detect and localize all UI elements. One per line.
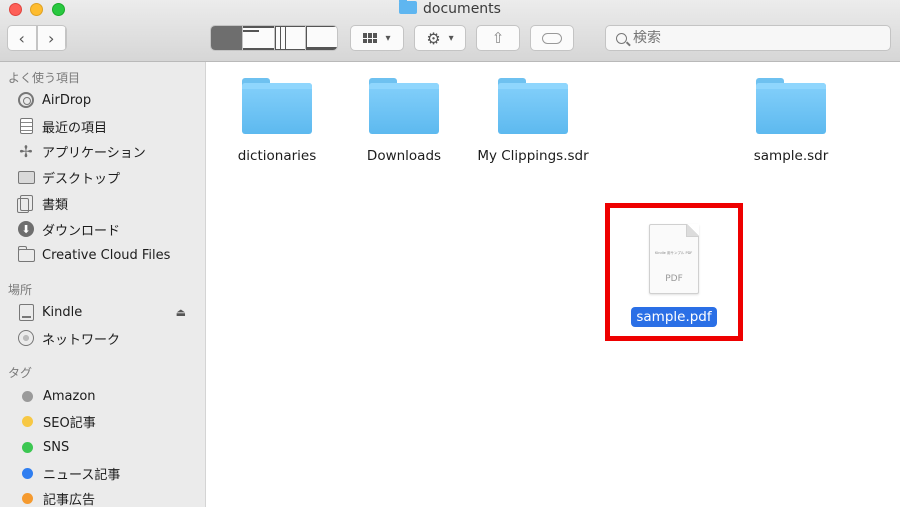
columns-icon xyxy=(274,26,306,50)
network-icon xyxy=(18,330,34,346)
window-title: documents xyxy=(0,0,900,17)
icon-grid-icon xyxy=(211,26,242,50)
sidebar-item-documents[interactable]: 書類 xyxy=(16,191,202,215)
folder-icon xyxy=(242,78,312,134)
tag-dot-icon xyxy=(22,441,33,453)
navigation-buttons: ‹ › xyxy=(7,25,67,51)
share-button[interactable]: ⇧ xyxy=(476,25,520,51)
eject-icon[interactable]: ⏏ xyxy=(176,306,186,319)
sidebar-tag-sns[interactable]: SNS xyxy=(17,435,202,459)
back-button[interactable]: ‹ xyxy=(8,26,38,50)
sidebar-item-downloads[interactable]: ⬇ ダウンロード xyxy=(17,217,202,241)
tag-dot-icon xyxy=(22,390,33,402)
documents-icon xyxy=(16,195,33,213)
share-icon: ⇧ xyxy=(491,29,505,47)
sidebar-tag-seo[interactable]: SEO記事 xyxy=(17,409,202,433)
sidebar-tag-news[interactable]: ニュース記事 xyxy=(17,461,202,485)
applications-icon: ✢ xyxy=(19,141,33,161)
search-input[interactable] xyxy=(633,30,873,46)
view-mode-segmented-control xyxy=(210,25,338,51)
sidebar-item-airdrop[interactable]: AirDrop xyxy=(17,88,202,112)
action-menu-button[interactable]: ⚙ ▾ xyxy=(414,25,466,51)
folder-icon xyxy=(369,78,439,134)
chevron-right-icon: › xyxy=(38,26,66,50)
sidebar-header-tags: タグ xyxy=(8,366,33,380)
forward-button[interactable]: › xyxy=(38,26,66,50)
file-item-downloads[interactable]: Downloads xyxy=(339,78,469,164)
list-view-button[interactable] xyxy=(242,26,275,50)
chevron-down-icon: ▾ xyxy=(448,32,454,44)
search-field[interactable] xyxy=(605,25,891,51)
sidebar-header-locations: 場所 xyxy=(8,283,33,297)
sidebar-item-desktop[interactable]: デスクトップ xyxy=(17,165,202,189)
folder-icon xyxy=(498,78,568,134)
recents-icon xyxy=(19,118,33,134)
chevron-left-icon: ‹ xyxy=(8,26,37,50)
sidebar-item-creative-cloud-files[interactable]: Creative Cloud Files xyxy=(17,243,202,267)
sidebar-tag-amazon[interactable]: Amazon xyxy=(17,384,202,408)
sidebar-item-network[interactable]: ネットワーク xyxy=(17,326,202,350)
tag-icon xyxy=(542,32,562,44)
folder-icon xyxy=(399,0,418,14)
sidebar: よく使う項目 AirDrop 最近の項目 ✢ アプリケーション デスクトップ 書… xyxy=(0,62,206,507)
chevron-down-icon: ▾ xyxy=(385,32,391,44)
tag-dot-icon xyxy=(22,415,33,427)
red-highlight-box xyxy=(605,203,743,341)
sidebar-item-recents[interactable]: 最近の項目 xyxy=(17,114,202,138)
icon-view-button[interactable] xyxy=(211,26,243,50)
file-item-dictionaries[interactable]: dictionaries xyxy=(212,78,342,164)
edit-tags-button[interactable] xyxy=(530,25,574,51)
tag-dot-icon xyxy=(22,492,33,504)
file-item-my-clippings[interactable]: My Clippings.sdr xyxy=(468,78,598,164)
search-icon xyxy=(616,32,627,44)
sidebar-tag-ad[interactable]: 記事広告 xyxy=(17,486,202,507)
sidebar-header-favorites: よく使う項目 xyxy=(8,71,81,85)
file-item-sample-sdr[interactable]: sample.sdr xyxy=(726,78,856,164)
downloads-icon: ⬇ xyxy=(18,221,34,237)
desktop-icon xyxy=(17,170,35,184)
window-toolbar: documents ‹ › ▾ ⚙ ▾ ⇧ xyxy=(0,0,900,62)
gear-icon: ⚙ xyxy=(426,28,441,48)
airdrop-icon xyxy=(18,92,34,108)
column-view-button[interactable] xyxy=(274,26,307,50)
sidebar-item-kindle[interactable]: Kindle ⏏ xyxy=(17,300,202,324)
group-by-button[interactable]: ▾ xyxy=(350,25,404,51)
file-browser: dictionaries Downloads My Clippings.sdr … xyxy=(206,62,900,507)
drive-icon xyxy=(18,303,34,321)
group-grid-icon xyxy=(363,33,378,43)
folder-icon xyxy=(17,245,35,262)
list-icon xyxy=(242,26,274,50)
sidebar-item-applications[interactable]: ✢ アプリケーション xyxy=(17,139,202,163)
gallery-view-button[interactable] xyxy=(306,26,337,50)
gallery-icon xyxy=(306,26,337,50)
folder-icon xyxy=(756,78,826,134)
tag-dot-icon xyxy=(22,467,33,479)
